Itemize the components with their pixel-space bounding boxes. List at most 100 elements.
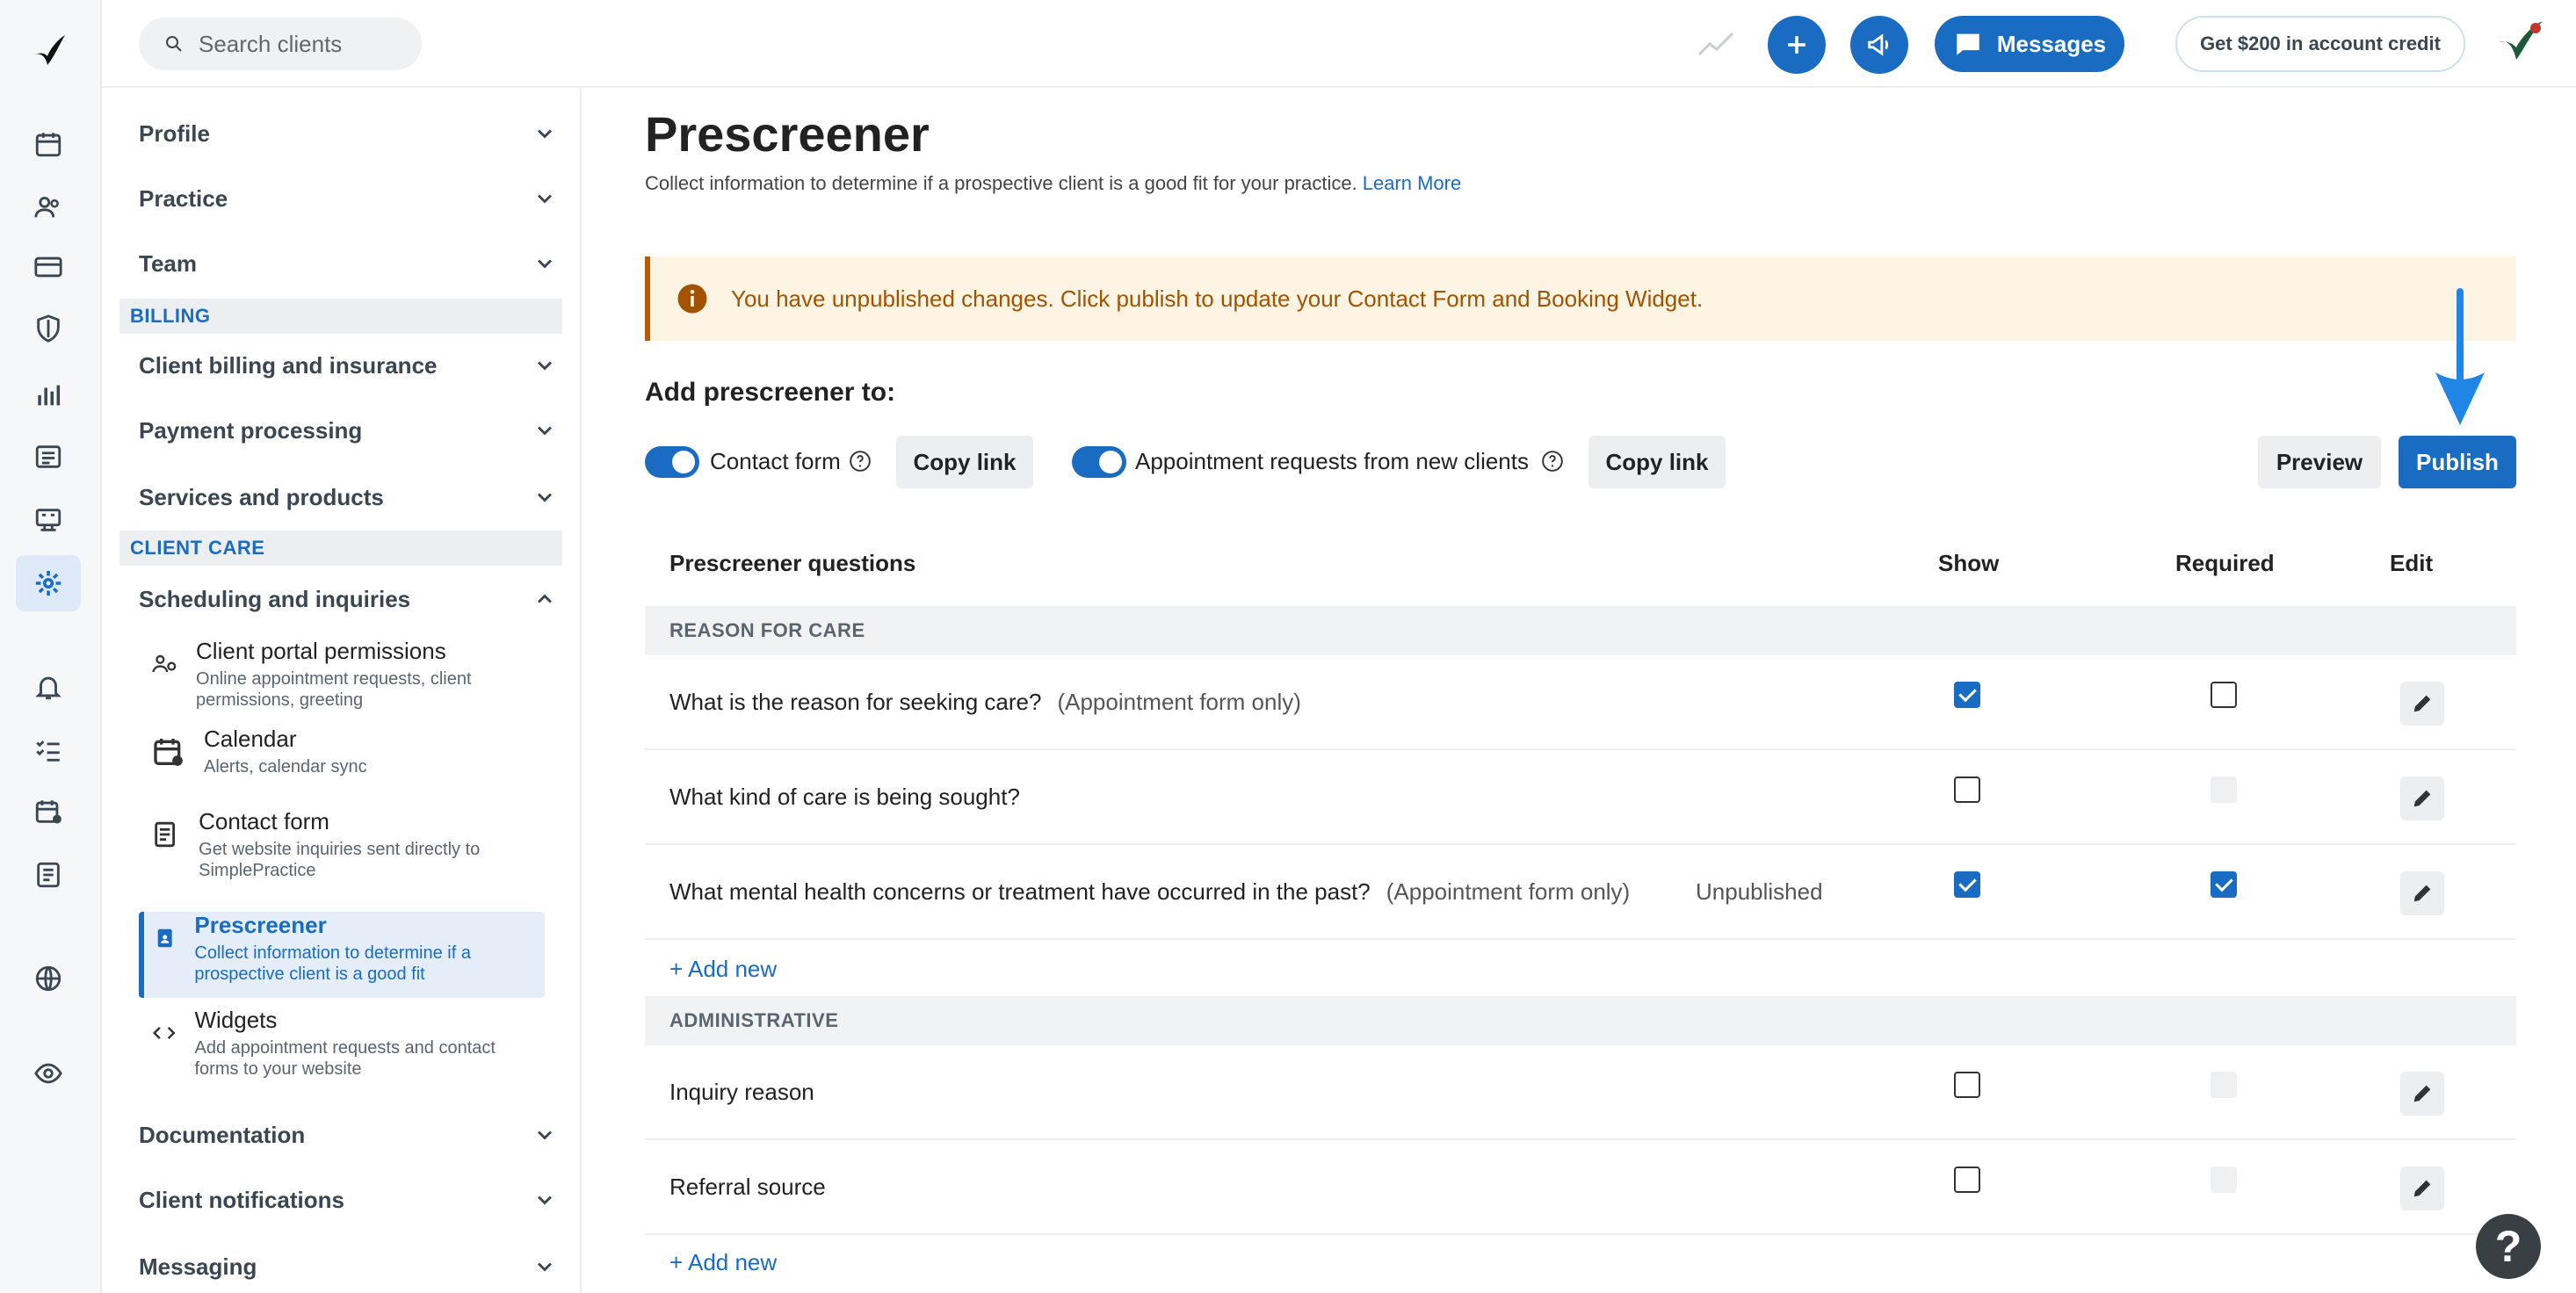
learn-more-link[interactable]: Learn More — [1363, 172, 1462, 194]
chevron-down-icon — [537, 493, 553, 502]
nav-item-services-products[interactable]: Services and products — [139, 473, 557, 522]
chevron-down-icon — [537, 361, 553, 371]
required-checkbox — [2211, 1072, 2237, 1098]
table-row: Referral source — [645, 1140, 2516, 1235]
contact-form-icon — [155, 821, 176, 848]
requests-calendar-icon[interactable] — [16, 784, 81, 840]
add-prescreener-heading: Add prescreener to: — [645, 378, 896, 407]
globe-icon[interactable] — [16, 950, 81, 1007]
plus-icon — [1788, 36, 1805, 54]
edit-button[interactable] — [2400, 777, 2444, 820]
billing-card-icon[interactable] — [16, 239, 81, 295]
search-box[interactable] — [139, 18, 422, 70]
nav-item-team[interactable]: Team — [139, 239, 557, 288]
pointer-arrow-icon — [2435, 288, 2485, 425]
activity-list-icon[interactable] — [16, 429, 81, 485]
analytics-icon[interactable] — [16, 367, 81, 423]
megaphone-icon — [1868, 33, 1889, 56]
settings-gear-icon[interactable] — [16, 555, 81, 611]
chevron-down-icon — [537, 259, 553, 269]
table-row: Inquiry reason — [645, 1045, 2516, 1140]
nav-item-client-notifications[interactable]: Client notifications — [139, 1175, 557, 1224]
edit-button[interactable] — [2400, 871, 2444, 915]
trend-chart-icon[interactable] — [1696, 26, 1736, 61]
settings-nav: Profile Practice Team BILLING Client bil… — [102, 88, 582, 1293]
chevron-down-icon — [537, 1130, 553, 1140]
tasks-checklist-icon[interactable] — [16, 722, 81, 778]
simplepractice-logo[interactable] — [28, 30, 70, 72]
edit-button[interactable] — [2400, 1072, 2444, 1116]
chevron-down-icon — [537, 426, 553, 436]
pencil-icon — [2413, 695, 2431, 712]
nav-item-profile[interactable]: Profile — [139, 109, 557, 158]
chat-bubble-icon — [1957, 33, 1979, 55]
insurance-shield-icon[interactable] — [16, 300, 81, 357]
required-checkbox — [2211, 777, 2237, 803]
nav-item-payment-processing[interactable]: Payment processing — [139, 406, 557, 455]
avatar[interactable] — [2493, 16, 2548, 70]
info-icon — [677, 284, 707, 314]
chevron-down-icon — [537, 129, 553, 139]
appointment-requests-copy-link-button[interactable]: Copy link — [1588, 436, 1726, 488]
required-checkbox — [2211, 1167, 2237, 1193]
contact-form-copy-link-button[interactable]: Copy link — [896, 436, 1033, 488]
notifications-bell-icon[interactable] — [16, 659, 81, 715]
documents-icon[interactable] — [16, 847, 81, 903]
alert-text: You have unpublished changes. Click publ… — [731, 285, 1704, 312]
preview-button[interactable]: Preview — [2258, 436, 2381, 488]
show-checkbox[interactable] — [1954, 871, 1980, 898]
edit-button[interactable] — [2400, 682, 2444, 726]
nav-sub-client-portal[interactable]: Client portal permissions Online appoint… — [139, 638, 543, 719]
nav-item-practice[interactable]: Practice — [139, 174, 557, 223]
add-button[interactable] — [1768, 16, 1826, 74]
publish-button[interactable]: Publish — [2399, 436, 2516, 488]
clients-icon[interactable] — [16, 179, 81, 235]
pencil-icon — [2413, 1085, 2431, 1102]
nav-sub-calendar[interactable]: Calendar Alerts, calendar sync — [139, 726, 543, 787]
table-row: What mental health concerns or treatment… — [645, 845, 2516, 940]
appointment-requests-toggle[interactable] — [1072, 446, 1126, 478]
pencil-icon — [2413, 1180, 2431, 1197]
contact-form-toggle[interactable] — [645, 446, 699, 478]
unpublished-alert: You have unpublished changes. Click publ… — [645, 256, 2516, 341]
nav-item-documentation[interactable]: Documentation — [139, 1110, 557, 1159]
client-portal-icon — [152, 654, 177, 673]
prescreener-icon — [157, 928, 172, 948]
add-new-reason-link[interactable]: + Add new — [669, 956, 777, 983]
nav-item-messaging[interactable]: Messaging — [139, 1242, 557, 1291]
visibility-eye-icon[interactable] — [16, 1045, 81, 1102]
required-checkbox[interactable] — [2211, 871, 2237, 898]
nav-sub-prescreener[interactable]: Prescreener Collect information to deter… — [139, 912, 545, 998]
unpublished-status: Unpublished — [1696, 878, 1823, 905]
show-checkbox[interactable] — [1954, 777, 1980, 803]
show-checkbox[interactable] — [1954, 682, 1980, 708]
pencil-icon — [2413, 790, 2431, 807]
nav-sub-widgets[interactable]: Widgets Add appointment requests and con… — [139, 1007, 543, 1079]
calendar-icon[interactable] — [16, 116, 81, 172]
search-input[interactable] — [199, 30, 409, 58]
help-circle-icon[interactable] — [849, 450, 872, 473]
chevron-up-icon — [537, 594, 553, 603]
show-checkbox[interactable] — [1954, 1072, 1980, 1098]
account-credit-button[interactable]: Get $200 in account credit — [2175, 16, 2465, 72]
edit-button[interactable] — [2400, 1167, 2444, 1210]
announcements-button[interactable] — [1850, 16, 1908, 74]
table-header: Prescreener questions Show Required Edit — [669, 550, 2434, 576]
table-row: What is the reason for seeking care? (App… — [645, 655, 2516, 750]
nav-section-billing: BILLING — [119, 299, 562, 334]
add-new-administrative-link[interactable]: + Add new — [669, 1249, 777, 1276]
page-title: Prescreener — [645, 106, 930, 162]
help-circle-icon[interactable] — [1541, 450, 1564, 473]
calendar-settings-icon — [154, 739, 183, 766]
messages-button[interactable]: Messages — [1935, 16, 2124, 72]
chevron-down-icon — [537, 1262, 553, 1272]
nav-sub-contact-form[interactable]: Contact form Get website inquiries sent … — [139, 808, 543, 887]
marketing-icon[interactable] — [16, 492, 81, 548]
nav-section-client-care: CLIENT CARE — [119, 531, 562, 566]
nav-item-scheduling[interactable]: Scheduling and inquiries — [139, 574, 557, 624]
messages-label: Messages — [1996, 30, 2107, 57]
show-checkbox[interactable] — [1954, 1167, 1980, 1193]
help-button[interactable]: ? — [2476, 1214, 2541, 1279]
nav-item-client-billing[interactable]: Client billing and insurance — [139, 341, 557, 390]
required-checkbox[interactable] — [2211, 682, 2237, 708]
